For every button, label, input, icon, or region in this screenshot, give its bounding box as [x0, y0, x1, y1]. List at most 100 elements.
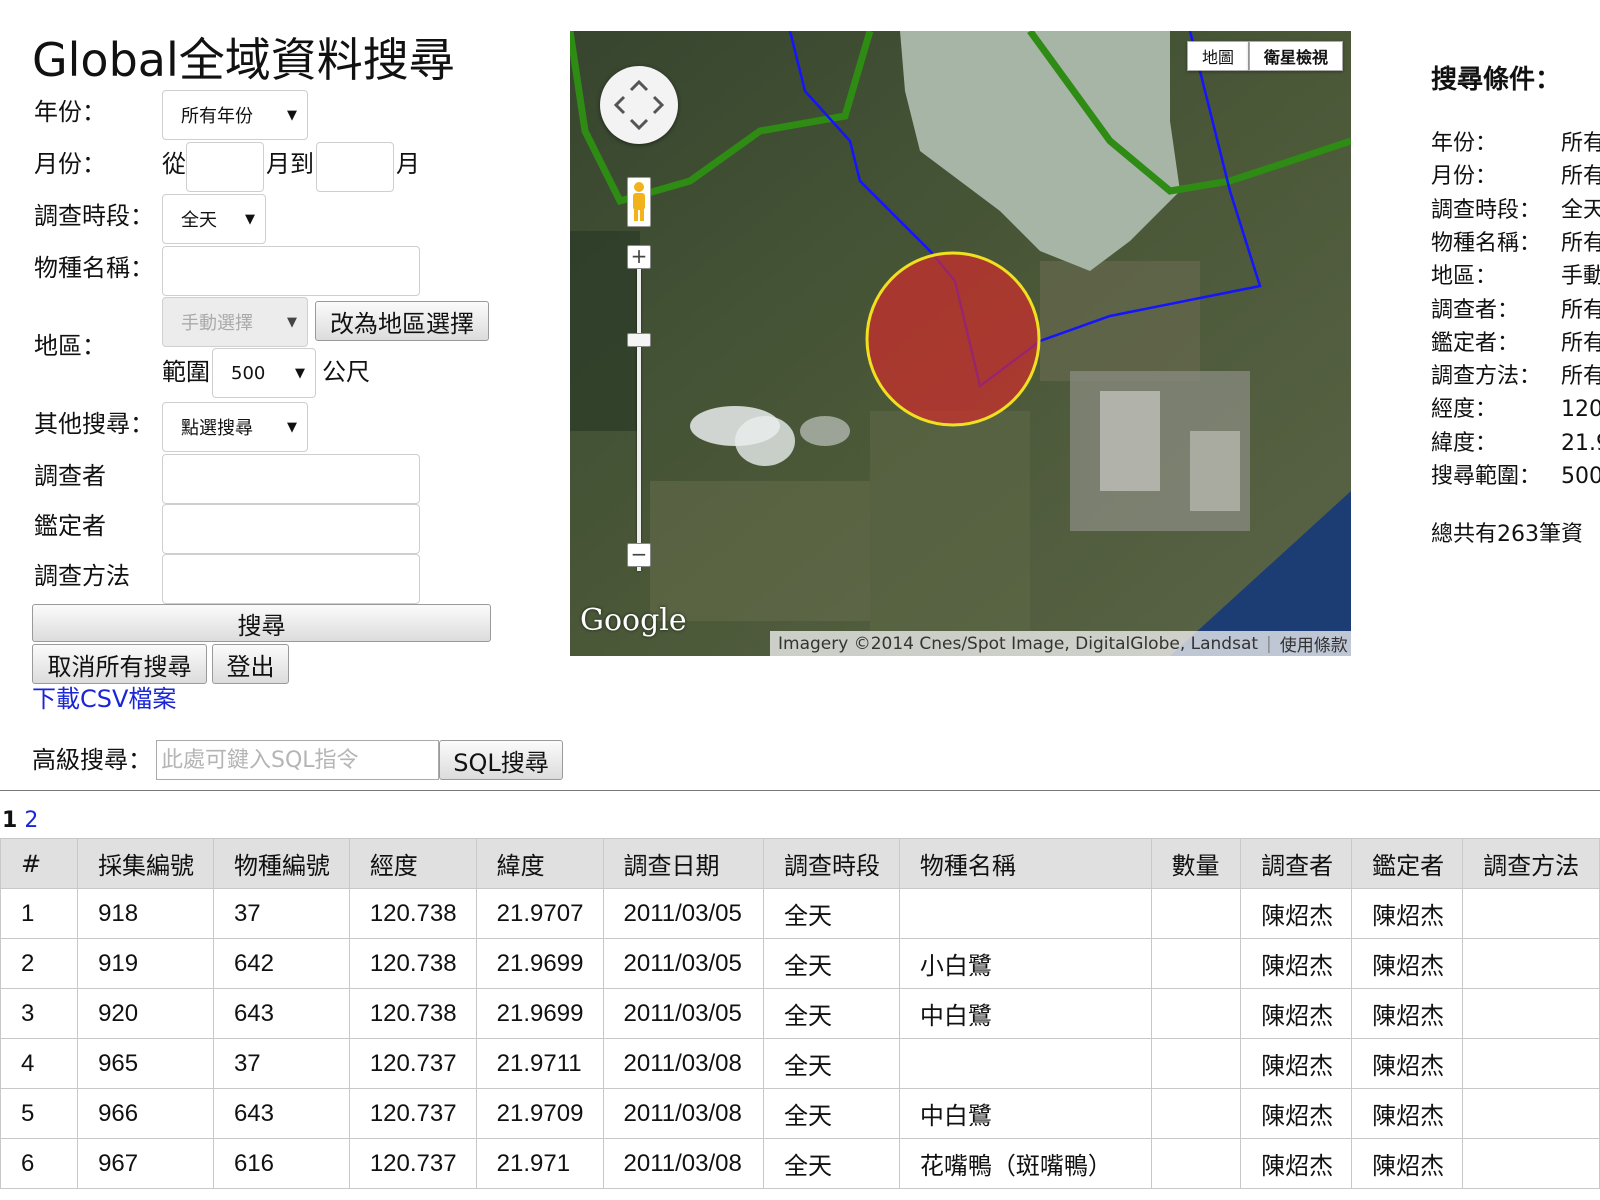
summary-key: 月份： [1431, 164, 1498, 190]
month-to-text: 月到 [266, 150, 314, 178]
dropdown-arrow-icon: ▼ [287, 314, 297, 330]
period-select-value: 全天 [181, 210, 217, 231]
column-header: 調查時段 [763, 838, 900, 889]
other-search-label: 其他搜尋： [34, 410, 154, 438]
sql-search-button[interactable]: SQL搜尋 [439, 740, 563, 780]
sql-input[interactable] [156, 740, 439, 780]
attribution-text: Imagery ©2014 Cnes/Spot Image, DigitalGl… [778, 633, 1259, 654]
column-header: 鑑定者 [1351, 838, 1464, 889]
map-type-satellite-button[interactable]: 衛星檢視 [1249, 41, 1343, 71]
table-cell [898, 888, 1152, 939]
summary-key: 調查方法： [1431, 364, 1542, 390]
map-type-map-button[interactable]: 地圖 [1187, 41, 1249, 71]
summary-row: 調查時段： 全天 [1431, 195, 1600, 227]
identifier-label: 鑑定者 [34, 512, 106, 540]
zoom-slider-handle[interactable] [627, 333, 651, 347]
month-suffix-text: 月 [396, 150, 420, 178]
method-input[interactable] [162, 554, 420, 604]
range-unit: 公尺 [322, 358, 370, 386]
zoom-in-icon[interactable]: + [627, 245, 651, 269]
species-input[interactable] [162, 246, 420, 296]
summary-value: 所有 [1561, 131, 1600, 156]
column-header: 物種編號 [212, 838, 350, 889]
table-cell: 120.738 [348, 938, 477, 989]
zoom-out-icon[interactable]: − [627, 543, 651, 567]
map-attribution: Imagery ©2014 Cnes/Spot Image, DigitalGl… [770, 631, 1351, 656]
cancel-all-button[interactable]: 取消所有搜尋 [32, 644, 207, 684]
table-cell: 120.737 [348, 1088, 477, 1139]
pan-control[interactable] [600, 66, 678, 144]
table-cell [1462, 1038, 1600, 1089]
table-cell: 全天 [763, 1138, 900, 1189]
total-count-text: 總共有263筆資 [1431, 522, 1583, 547]
year-select[interactable]: 所有年份 ▼ [162, 90, 308, 140]
region-select-value: 手動選擇 [181, 313, 253, 334]
table-cell: 全天 [763, 888, 900, 939]
month-label: 月份： [34, 150, 106, 178]
table-cell: 2011/03/08 [602, 1088, 764, 1139]
table-cell [1462, 938, 1600, 989]
species-label: 物種名稱： [34, 254, 154, 282]
summary-value: 所有 [1561, 330, 1600, 356]
table-cell: 陳炤杰 [1240, 1088, 1353, 1139]
zoom-slider-track[interactable] [637, 269, 641, 571]
table-cell: 642 [212, 938, 350, 989]
surveyor-input[interactable] [162, 454, 420, 504]
advanced-search-label: 高級搜尋： [32, 746, 152, 774]
summary-value: 120 [1561, 397, 1600, 423]
download-csv-link[interactable]: 下載CSV檔案 [32, 684, 176, 714]
search-button[interactable]: 搜尋 [32, 604, 491, 642]
range-select[interactable]: 500 ▼ [212, 348, 316, 398]
pegman-icon[interactable] [627, 177, 651, 227]
table-cell: 陳炤杰 [1240, 1038, 1353, 1089]
attribution-separator: | [1266, 633, 1272, 654]
table-cell [1150, 988, 1242, 1039]
page-link[interactable]: 2 [24, 808, 38, 833]
table-row: 3 920 643 120.738 21.9699 2011/03/05 全天 中白鷺 陳炤杰陳… [0, 988, 1600, 1039]
table-cell: 5 [0, 1088, 79, 1139]
column-header: 緯度 [475, 838, 604, 889]
table-cell: 120.738 [348, 888, 477, 939]
dropdown-arrow-icon: ▼ [287, 419, 297, 435]
summary-key: 緯度： [1431, 430, 1498, 456]
month-from-input[interactable] [186, 142, 264, 192]
summary-heading: 搜尋條件： [1431, 65, 1562, 95]
summary-value: 21.9 [1561, 430, 1600, 456]
year-label: 年份： [34, 98, 106, 126]
table-cell: 21.9709 [475, 1088, 604, 1139]
table-cell: 643 [212, 1088, 350, 1139]
table-cell: 中白鷺 [898, 988, 1152, 1039]
table-cell: 花嘴鴨（斑嘴鴨） [898, 1138, 1152, 1189]
identifier-input[interactable] [162, 504, 420, 554]
map[interactable]: 地圖 衛星檢視 + − Google Imagery ©2014 Cnes/Sp… [570, 31, 1351, 656]
region-toggle-button[interactable]: 改為地區選擇 [315, 301, 489, 341]
table-cell: 陳炤杰 [1240, 988, 1353, 1039]
column-header: 調查方法 [1462, 838, 1600, 889]
column-header: # [0, 838, 79, 889]
summary-key: 搜尋範圍： [1431, 464, 1542, 489]
table-cell: 967 [77, 1138, 214, 1189]
table-cell: 21.971 [475, 1138, 604, 1189]
table-cell: 616 [212, 1138, 350, 1189]
period-select[interactable]: 全天 ▼ [162, 194, 266, 244]
table-cell: 陳炤杰 [1351, 1038, 1464, 1089]
table-cell: 全天 [763, 1038, 900, 1089]
month-to-input[interactable] [316, 142, 394, 192]
year-select-value: 所有年份 [181, 106, 253, 127]
table-cell [898, 1038, 1152, 1089]
table-cell: 3 [0, 988, 79, 1039]
dropdown-arrow-icon: ▼ [295, 365, 305, 381]
column-header: 採集編號 [77, 838, 214, 889]
table-cell: 陳炤杰 [1351, 938, 1464, 989]
summary-key: 物種名稱： [1431, 230, 1542, 256]
range-label: 範圍 [162, 358, 210, 386]
table-cell: 21.9707 [475, 888, 604, 939]
table-cell: 全天 [763, 1088, 900, 1139]
table-cell: 4 [0, 1038, 79, 1089]
logout-button[interactable]: 登出 [212, 644, 289, 684]
other-search-select[interactable]: 點選搜尋 ▼ [162, 402, 308, 452]
summary-row: 鑑定者： 所有 [1431, 328, 1600, 360]
table-cell [1150, 1138, 1242, 1189]
terms-link[interactable]: 使用條款 [1280, 631, 1348, 656]
region-label: 地區： [34, 332, 106, 360]
